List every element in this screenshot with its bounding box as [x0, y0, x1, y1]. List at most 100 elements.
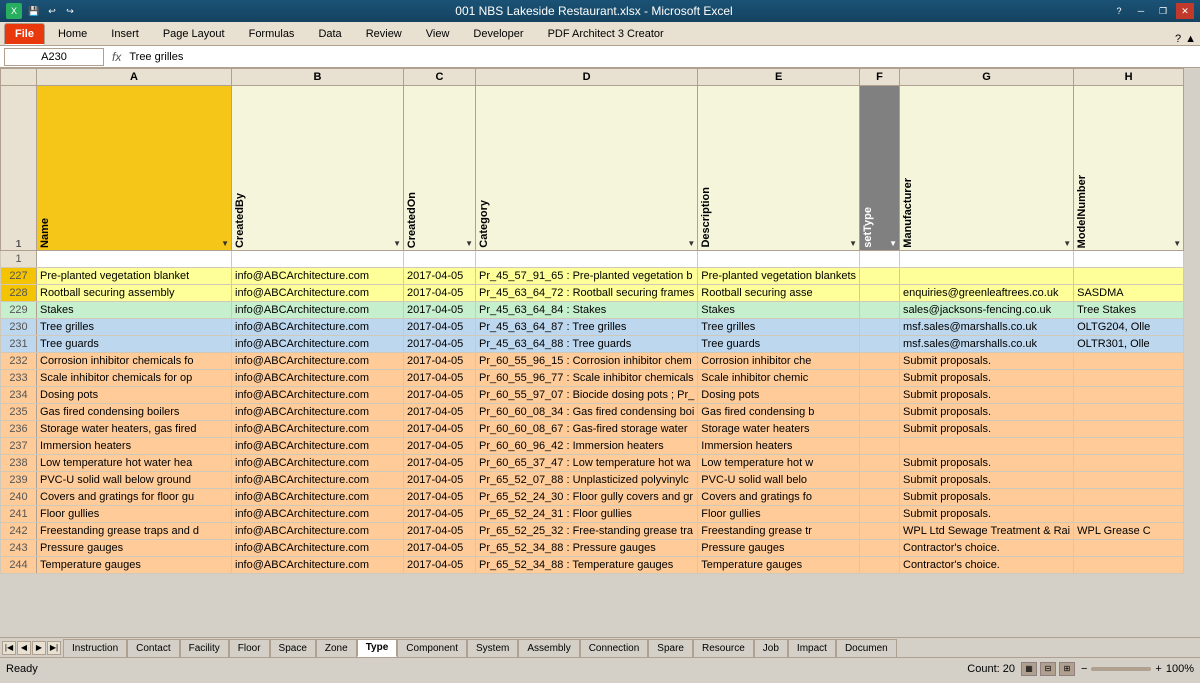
cell-235-h[interactable]	[1074, 404, 1184, 421]
name-box[interactable]	[4, 48, 104, 66]
table-row[interactable]: 230Tree grillesinfo@ABCArchitecture.com2…	[1, 319, 1184, 336]
cell-238-h[interactable]	[1074, 455, 1184, 472]
table-row[interactable]: 237Immersion heatersinfo@ABCArchitecture…	[1, 438, 1184, 455]
cell-227-g[interactable]	[900, 268, 1074, 285]
cell-237-g[interactable]	[900, 438, 1074, 455]
cell-242-f[interactable]	[860, 523, 900, 540]
cell-1-h[interactable]	[1074, 251, 1184, 268]
cell-235-d[interactable]: Pr_60_60_08_34 : Gas fired condensing bo…	[476, 404, 698, 421]
sheet-tab-floor[interactable]: Floor	[229, 639, 270, 657]
cell-229-c[interactable]: 2017-04-05	[404, 302, 476, 319]
cell-233-h[interactable]	[1074, 370, 1184, 387]
cell-236-e[interactable]: Storage water heaters	[698, 421, 860, 438]
cell-231-f[interactable]	[860, 336, 900, 353]
table-row[interactable]: 244Temperature gaugesinfo@ABCArchitectur…	[1, 557, 1184, 574]
cell-237-h[interactable]	[1074, 438, 1184, 455]
formula-input[interactable]	[125, 51, 1196, 63]
cell-237-c[interactable]: 2017-04-05	[404, 438, 476, 455]
cell-234-d[interactable]: Pr_60_55_97_07 : Biocide dosing pots ; P…	[476, 387, 698, 404]
cell-240-g[interactable]: Submit proposals.	[900, 489, 1074, 506]
sheet-tab-zone[interactable]: Zone	[316, 639, 357, 657]
table-row[interactable]: 238Low temperature hot water heainfo@ABC…	[1, 455, 1184, 472]
sheet-tab-assembly[interactable]: Assembly	[518, 639, 579, 657]
cell-234-a[interactable]: Dosing pots	[37, 387, 232, 404]
cell-1-g[interactable]	[900, 251, 1074, 268]
field-name-col[interactable]: Name ▼	[37, 86, 232, 251]
cell-233-e[interactable]: Scale inhibitor chemic	[698, 370, 860, 387]
cell-231-d[interactable]: Pr_45_63_64_88 : Tree guards	[476, 336, 698, 353]
cell-231-e[interactable]: Tree guards	[698, 336, 860, 353]
cell-231-h[interactable]: OLTR301, Olle	[1074, 336, 1184, 353]
cell-228-h[interactable]: SASDMA	[1074, 285, 1184, 302]
cell-237-e[interactable]: Immersion heaters	[698, 438, 860, 455]
table-row[interactable]: 240Covers and gratings for floor guinfo@…	[1, 489, 1184, 506]
cell-240-d[interactable]: Pr_65_52_24_30 : Floor gully covers and …	[476, 489, 698, 506]
redo-quick-btn[interactable]: ↪	[62, 3, 78, 19]
tab-file[interactable]: File	[4, 23, 45, 45]
cell-230-f[interactable]	[860, 319, 900, 336]
cell-241-b[interactable]: info@ABCArchitecture.com	[232, 506, 404, 523]
cell-239-g[interactable]: Submit proposals.	[900, 472, 1074, 489]
col-header-c[interactable]: C	[404, 69, 476, 86]
close-btn[interactable]: ✕	[1176, 3, 1194, 19]
col-header-f[interactable]: F	[860, 69, 900, 86]
table-row[interactable]: 243Pressure gaugesinfo@ABCArchitecture.c…	[1, 540, 1184, 557]
cell-243-h[interactable]	[1074, 540, 1184, 557]
cell-236-b[interactable]: info@ABCArchitecture.com	[232, 421, 404, 438]
tab-developer[interactable]: Developer	[462, 23, 534, 45]
cell-228-g[interactable]: enquiries@greenleaftrees.co.uk	[900, 285, 1074, 302]
col-header-g[interactable]: G	[900, 69, 1074, 86]
col-header-d[interactable]: D	[476, 69, 698, 86]
cell-1-c[interactable]	[404, 251, 476, 268]
tab-data[interactable]: Data	[307, 23, 352, 45]
cell-229-h[interactable]: Tree Stakes	[1074, 302, 1184, 319]
cell-239-b[interactable]: info@ABCArchitecture.com	[232, 472, 404, 489]
cell-231-b[interactable]: info@ABCArchitecture.com	[232, 336, 404, 353]
save-quick-btn[interactable]: 💾	[26, 3, 42, 19]
col-header-b[interactable]: B	[232, 69, 404, 86]
table-row[interactable]: 234Dosing potsinfo@ABCArchitecture.com20…	[1, 387, 1184, 404]
cell-244-e[interactable]: Temperature gauges	[698, 557, 860, 574]
cell-228-e[interactable]: Rootball securing asse	[698, 285, 860, 302]
field-createdon-col[interactable]: CreatedOn ▼	[404, 86, 476, 251]
cell-244-g[interactable]: Contractor's choice.	[900, 557, 1074, 574]
field-manufacturer-col[interactable]: Manufacturer ▼	[900, 86, 1074, 251]
cell-236-a[interactable]: Storage water heaters, gas fired	[37, 421, 232, 438]
col-header-h[interactable]: H	[1074, 69, 1184, 86]
cell-238-b[interactable]: info@ABCArchitecture.com	[232, 455, 404, 472]
cell-228-a[interactable]: Rootball securing assembly	[37, 285, 232, 302]
field-description-col[interactable]: Description ▼	[698, 86, 860, 251]
sheet-tab-connection[interactable]: Connection	[580, 639, 649, 657]
cell-228-c[interactable]: 2017-04-05	[404, 285, 476, 302]
cell-244-b[interactable]: info@ABCArchitecture.com	[232, 557, 404, 574]
cell-230-e[interactable]: Tree grilles	[698, 319, 860, 336]
zoom-out-btn[interactable]: −	[1081, 663, 1087, 675]
cell-233-d[interactable]: Pr_60_55_96_77 : Scale inhibitor chemica…	[476, 370, 698, 387]
cell-232-h[interactable]	[1074, 353, 1184, 370]
cell-231-c[interactable]: 2017-04-05	[404, 336, 476, 353]
cell-242-g[interactable]: WPL Ltd Sewage Treatment & Rai	[900, 523, 1074, 540]
cell-239-h[interactable]	[1074, 472, 1184, 489]
cell-1-e[interactable]	[698, 251, 860, 268]
cell-243-c[interactable]: 2017-04-05	[404, 540, 476, 557]
cell-227-d[interactable]: Pr_45_57_91_65 : Pre-planted vegetation …	[476, 268, 698, 285]
cell-234-g[interactable]: Submit proposals.	[900, 387, 1074, 404]
col-header-e[interactable]: E	[698, 69, 860, 86]
table-row[interactable]: 1	[1, 251, 1184, 268]
sheet-tab-job[interactable]: Job	[754, 639, 788, 657]
cell-228-d[interactable]: Pr_45_63_64_72 : Rootball securing frame…	[476, 285, 698, 302]
cell-232-b[interactable]: info@ABCArchitecture.com	[232, 353, 404, 370]
cell-242-b[interactable]: info@ABCArchitecture.com	[232, 523, 404, 540]
zoom-level[interactable]: 100%	[1166, 663, 1194, 675]
cell-240-e[interactable]: Covers and gratings fo	[698, 489, 860, 506]
cell-229-f[interactable]	[860, 302, 900, 319]
tab-review[interactable]: Review	[355, 23, 413, 45]
cell-242-h[interactable]: WPL Grease C	[1074, 523, 1184, 540]
cell-236-g[interactable]: Submit proposals.	[900, 421, 1074, 438]
sheet-tab-facility[interactable]: Facility	[180, 639, 229, 657]
cell-242-a[interactable]: Freestanding grease traps and d	[37, 523, 232, 540]
cell-244-a[interactable]: Temperature gauges	[37, 557, 232, 574]
cell-230-a[interactable]: Tree grilles	[37, 319, 232, 336]
cell-232-c[interactable]: 2017-04-05	[404, 353, 476, 370]
tab-insert[interactable]: Insert	[100, 23, 150, 45]
